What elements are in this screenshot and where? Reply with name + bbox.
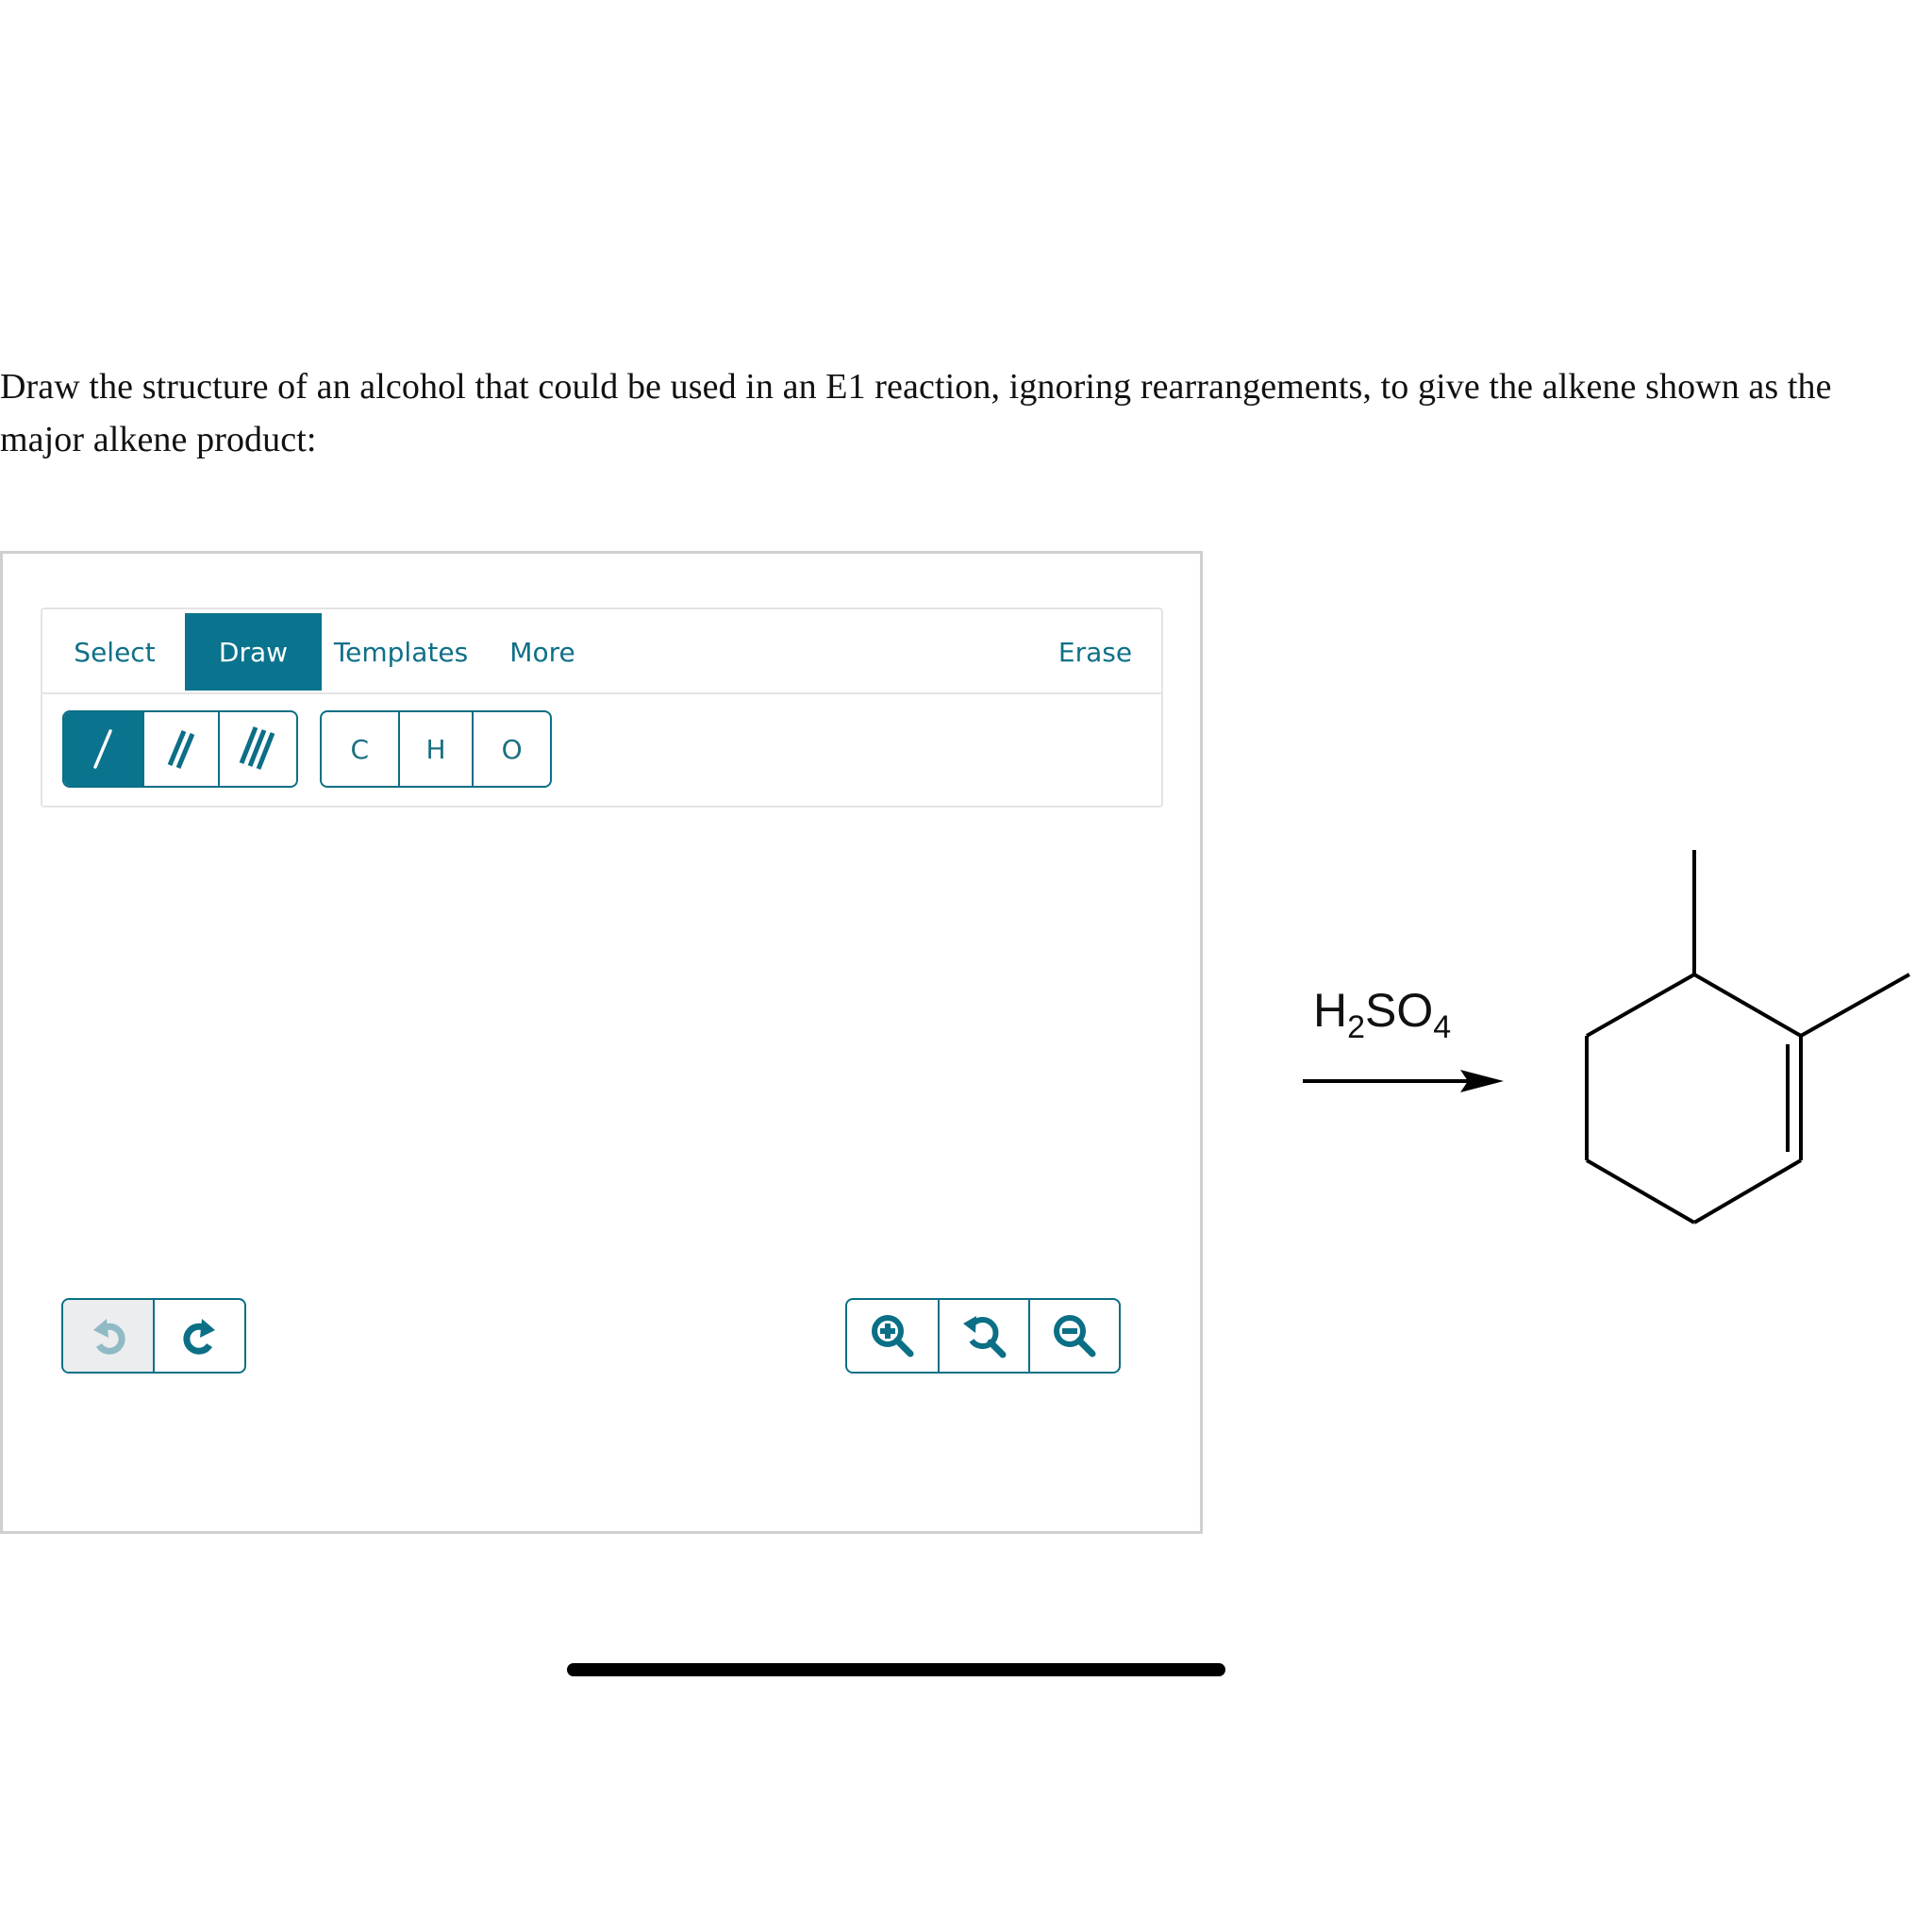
atom-c-label: C — [350, 733, 370, 765]
atom-tool-group: C H O — [320, 710, 552, 788]
tab-select[interactable]: Select — [42, 613, 187, 691]
zoom-in-button[interactable] — [847, 1300, 938, 1372]
erase-button[interactable]: Erase — [1048, 613, 1142, 691]
history-group — [61, 1298, 246, 1374]
zoom-out-button[interactable] — [1028, 1300, 1119, 1372]
zoom-control-group — [845, 1298, 1121, 1374]
redo-icon — [182, 1319, 215, 1355]
question-prompt: Draw the structure of an alcohol that co… — [0, 367, 1832, 459]
undo-button[interactable] — [63, 1300, 153, 1372]
reagent-h: H — [1313, 984, 1348, 1037]
zoom-reset-button[interactable] — [937, 1300, 1029, 1372]
bond-tool-group — [62, 710, 298, 788]
tab-draw[interactable]: Draw — [185, 613, 322, 691]
ring-bond-c1-c2 — [1693, 973, 1802, 1038]
atom-c-button[interactable]: C — [322, 712, 398, 786]
atom-h-label: H — [425, 733, 446, 765]
methyl-bond-right — [1800, 973, 1910, 1038]
atom-o-label: O — [501, 733, 523, 765]
reagent-sub-2: 2 — [1347, 1009, 1366, 1045]
reagent-label: H2SO4 — [1313, 983, 1451, 1043]
reagent-sub-4: 4 — [1433, 1009, 1452, 1045]
sketcher-toolbar: Select Draw Templates More Erase C H O — [41, 608, 1163, 808]
zoom-out-icon — [1054, 1315, 1096, 1357]
redo-button[interactable] — [153, 1300, 244, 1372]
undo-icon — [92, 1319, 125, 1355]
ring-bond-c6-c1 — [1586, 973, 1695, 1038]
double-bond-icon — [167, 730, 195, 769]
home-indicator[interactable] — [567, 1663, 1225, 1676]
tab-templates[interactable]: Templates — [325, 613, 476, 691]
single-bond-icon — [93, 729, 113, 769]
single-bond-button[interactable] — [64, 712, 142, 786]
double-bond-button[interactable] — [142, 712, 219, 786]
triple-bond-button[interactable] — [218, 712, 296, 786]
zoom-reset-icon — [962, 1316, 1007, 1358]
reagent-so: SO — [1365, 984, 1434, 1037]
atom-o-button[interactable]: O — [472, 712, 550, 786]
reaction-arrow — [1303, 1070, 1504, 1092]
ring-bond-c3-c4 — [1692, 1158, 1803, 1224]
triple-bond-icon — [239, 726, 275, 770]
toolbar-tab-row: Select Draw Templates More Erase — [42, 609, 1161, 694]
tab-more[interactable]: More — [495, 613, 590, 691]
product-structure — [1585, 850, 1910, 1224]
atom-h-button[interactable]: H — [397, 712, 473, 786]
zoom-in-icon — [871, 1315, 914, 1357]
ring-bond-c4-c5 — [1585, 1158, 1696, 1224]
